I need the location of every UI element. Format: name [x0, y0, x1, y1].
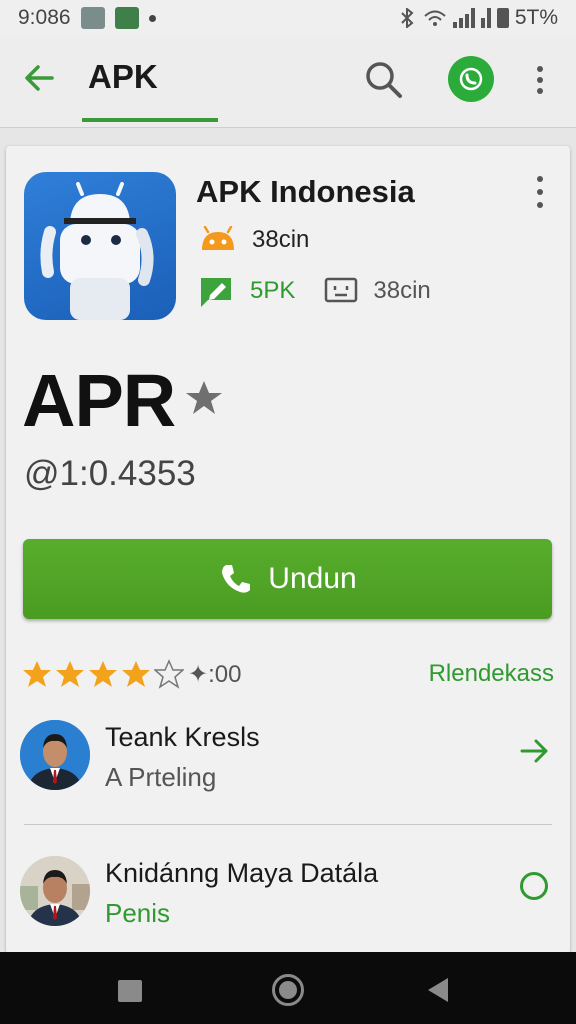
star-filled-icon [56, 661, 84, 687]
info-row: 5PK 38cin [198, 274, 431, 308]
page-title: APK [88, 58, 158, 95]
list-item-name: Teank Kresls [105, 722, 260, 752]
bluetooth-icon [401, 8, 414, 28]
robot-mascot-icon [40, 182, 154, 320]
version-text: @1:0.4353 [24, 454, 196, 493]
phone-icon [222, 565, 251, 593]
list-item[interactable]: Teank Kresls A Prteling [18, 716, 558, 806]
photo-icon [80, 7, 105, 29]
avatar [20, 720, 90, 790]
app-short-title: APR [22, 359, 176, 442]
avatar [20, 856, 90, 926]
messages-icon [114, 7, 139, 29]
more-vert-icon[interactable] [528, 60, 552, 100]
notification-dot [148, 14, 156, 22]
edit-box-icon [201, 278, 231, 307]
app-bar: APK [0, 36, 576, 128]
list-item-subtitle: Penis [105, 898, 171, 928]
list-item-name: Knidánng Maya Datála [105, 858, 379, 888]
card-more-vert-icon[interactable] [534, 176, 546, 208]
wifi-icon [424, 10, 446, 26]
person-avatar-icon [20, 720, 90, 790]
recent-apps-icon[interactable] [118, 980, 142, 1002]
star-outline-icon [154, 659, 184, 689]
back-arrow-icon[interactable] [20, 58, 60, 98]
person-avatar-icon [20, 856, 90, 926]
app-logo-icon[interactable] [24, 172, 176, 320]
star-filled-icon [89, 661, 117, 687]
signal-icon [452, 8, 475, 28]
recommend-link[interactable]: Rlendekass [429, 660, 554, 688]
rating-row: ✦:00 Rlendekass [22, 654, 554, 694]
size-value: 5PK [250, 277, 296, 304]
list-item-subtitle: A Prteling [105, 762, 217, 792]
arrow-right-icon[interactable] [518, 734, 552, 768]
radio-circle-icon[interactable] [520, 872, 548, 900]
whatsapp-icon[interactable] [448, 56, 494, 102]
battery-percent: 5T% [514, 6, 558, 29]
downloads-count: 38cin [252, 226, 310, 253]
rating-stars[interactable] [22, 659, 184, 689]
status-bar: 9:086 5T% [0, 0, 576, 36]
search-icon[interactable] [362, 58, 406, 102]
rating-value: ✦:00 [188, 660, 242, 688]
home-icon[interactable] [272, 974, 304, 1006]
list-item[interactable]: Knidánng Maya Datála Penis [18, 852, 558, 942]
navigation-bar [0, 952, 576, 1024]
app-name: APK Indonesia [196, 174, 415, 209]
battery-icon [496, 8, 509, 28]
nav-back-icon[interactable] [428, 978, 448, 1002]
star-icon[interactable] [184, 378, 224, 418]
app-card: APK Indonesia 38cin 5PK 38cin APR @1:0.4… [6, 146, 570, 954]
active-tab-indicator [82, 118, 218, 122]
star-filled-icon [23, 661, 51, 687]
install-button-label: Undun [268, 562, 357, 595]
android-head-icon [202, 226, 234, 250]
downloads-row: 38cin [198, 226, 309, 254]
install-button[interactable]: Undun [23, 539, 552, 619]
signal-icon-2 [480, 8, 491, 28]
device-icon [325, 277, 358, 303]
status-time: 9:086 [18, 6, 71, 29]
divider [24, 824, 552, 825]
device-value: 38cin [373, 277, 431, 304]
star-filled-icon [122, 661, 150, 687]
phone-glyph-icon [459, 67, 483, 91]
